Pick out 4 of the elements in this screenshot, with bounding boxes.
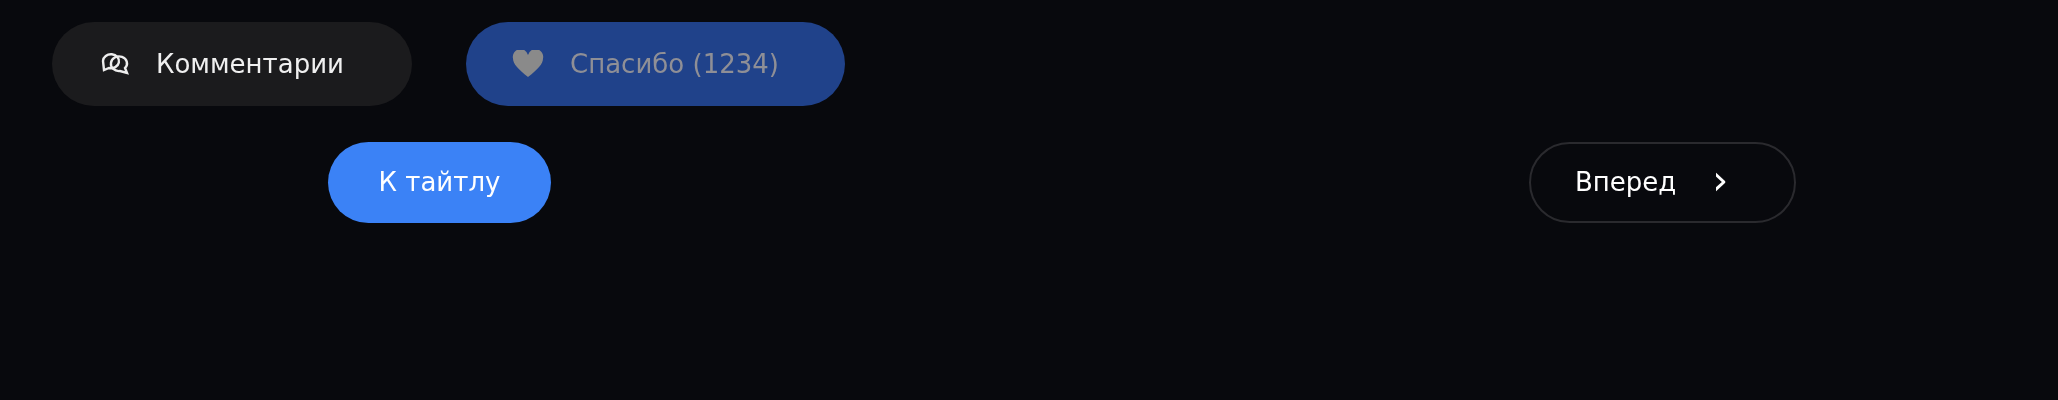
next-button[interactable]: Вперед › xyxy=(1529,142,1796,223)
back-to-title-button[interactable]: К тайтлу xyxy=(328,142,551,223)
comments-button[interactable]: Комментарии xyxy=(52,22,412,106)
chat-bubbles-icon xyxy=(100,51,130,77)
